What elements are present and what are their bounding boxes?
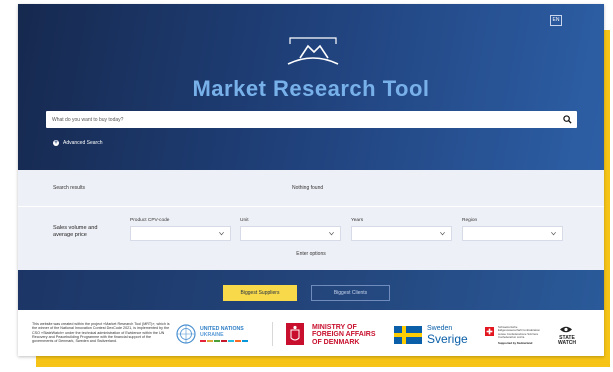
footer-divider xyxy=(272,322,273,346)
search-results-label: Search results xyxy=(53,185,85,191)
search-input[interactable] xyxy=(52,111,552,128)
dk-line3: OF DENMARK xyxy=(312,338,360,346)
region-select[interactable] xyxy=(462,226,563,241)
hero-banner: EN Market Research Tool + Advanced Searc… xyxy=(18,4,604,170)
tab-biggest-suppliers[interactable]: Biggest Suppliers xyxy=(223,285,297,301)
plus-circle-icon: + xyxy=(53,140,59,146)
unit-filter-label: Unit xyxy=(240,218,249,223)
un-text: UNITED NATIONS UKRAINE xyxy=(200,326,244,338)
years-select[interactable] xyxy=(351,226,452,241)
filters-section: Sales volume and average price Product C… xyxy=(18,206,604,270)
tabs-band: Biggest Suppliers Biggest Clients xyxy=(18,270,604,310)
chevron-down-icon xyxy=(219,231,224,236)
chevron-down-icon xyxy=(551,231,556,236)
results-section: Search results Nothing found xyxy=(18,170,604,206)
language-button[interactable]: EN xyxy=(550,15,562,26)
chevron-down-icon xyxy=(329,231,334,236)
denmark-mfa-text: MINISTRY OF FOREIGN AFFAIRS OF DENMARK xyxy=(312,324,376,346)
sweden-flag-icon xyxy=(394,326,422,344)
years-filter: Years xyxy=(351,218,452,241)
swiss-confederation-text: Schweizerische Eidgenossenschaft Confédé… xyxy=(498,325,540,340)
sweden-label: Sweden xyxy=(427,325,453,332)
swiss-cross-icon xyxy=(485,327,494,336)
swiss-support-text: Supported by Switzerland xyxy=(498,341,533,345)
unit-filter: Unit xyxy=(240,218,341,241)
advanced-search-label: Advanced Search xyxy=(63,140,103,146)
statewatch-eye-icon xyxy=(560,326,572,333)
chevron-down-icon xyxy=(440,231,445,236)
product-filter-label: Product CPV-code xyxy=(130,218,170,223)
years-filter-label: Years xyxy=(351,218,364,223)
enter-options-hint: Enter options xyxy=(296,251,326,257)
footer: This website was created within the proj… xyxy=(18,310,604,356)
search-icon[interactable] xyxy=(563,115,572,124)
app-title: Market Research Tool xyxy=(192,76,430,101)
un-line2: UKRAINE xyxy=(200,331,224,338)
search-results-value: Nothing found xyxy=(292,185,324,191)
search-bar xyxy=(46,111,577,128)
sales-volume-label: Sales volume and average price xyxy=(53,225,98,238)
sw-line2: WATCH xyxy=(558,340,576,346)
dk-line1: MINISTRY OF xyxy=(312,324,357,331)
product-select[interactable] xyxy=(130,226,231,241)
mountain-logo-icon xyxy=(287,37,339,65)
footer-disclaimer: This website was created within the proj… xyxy=(32,322,170,344)
web-page: EN Market Research Tool + Advanced Searc… xyxy=(18,4,604,356)
tab-biggest-clients[interactable]: Biggest Clients xyxy=(311,285,390,301)
screenshot-stage: EN Market Research Tool + Advanced Searc… xyxy=(0,0,613,372)
statewatch-text: STATE WATCH xyxy=(556,336,578,346)
sverige-label: Sverige xyxy=(427,332,468,346)
un-emblem-icon xyxy=(176,324,196,344)
region-filter-label: Region xyxy=(462,218,478,223)
un-color-strip xyxy=(200,340,248,342)
advanced-search-link[interactable]: + Advanced Search xyxy=(53,140,102,146)
product-filter: Product CPV-code xyxy=(130,218,231,241)
region-filter: Region xyxy=(462,218,563,241)
unit-select[interactable] xyxy=(240,226,341,241)
dk-line2: FOREIGN AFFAIRS xyxy=(312,331,376,339)
denmark-crest-icon xyxy=(286,323,304,345)
